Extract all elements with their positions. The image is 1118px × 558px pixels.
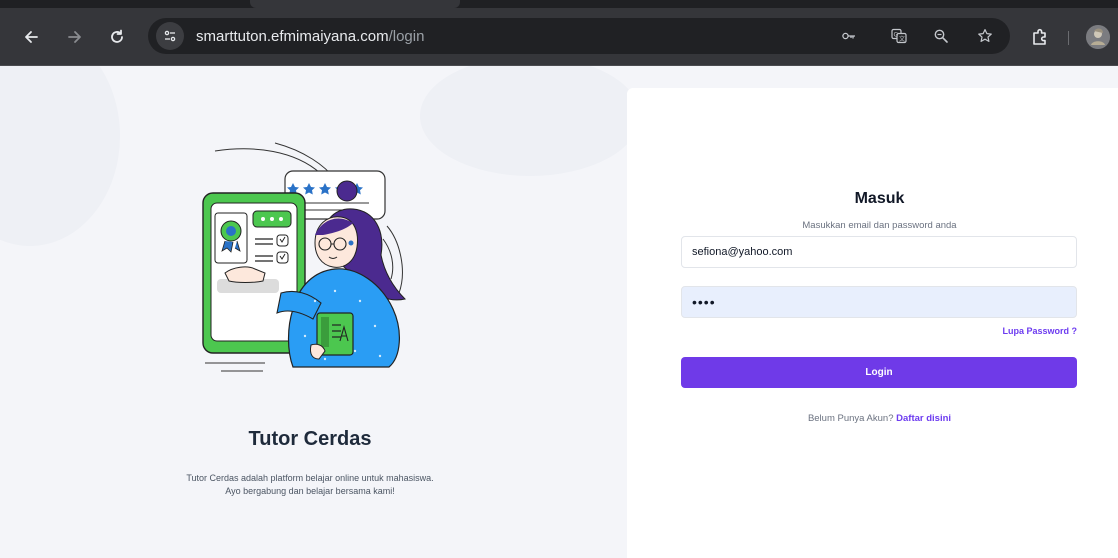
email-field[interactable] bbox=[681, 236, 1077, 268]
register-prompt: Belum Punya Akun? bbox=[807, 413, 894, 424]
url-path: /login bbox=[388, 28, 425, 45]
svg-text:文: 文 bbox=[899, 35, 905, 43]
login-subtitle: Masukkan email dan password anda bbox=[802, 220, 957, 231]
active-tab[interactable] bbox=[250, 0, 460, 8]
reload-icon[interactable] bbox=[106, 26, 128, 48]
tab-strip bbox=[0, 0, 1118, 8]
translate-icon[interactable]: 文G bbox=[890, 27, 908, 45]
brand-description-line: Ayo bergabung dan belajar bersama kami! bbox=[225, 486, 395, 496]
login-title: Masuk bbox=[854, 190, 905, 207]
site-info-icon[interactable] bbox=[156, 22, 184, 50]
brand-description-line: Tutor Cerdas adalah platform belajar onl… bbox=[186, 473, 434, 483]
login-card: Masuk Masukkan email dan password anda L… bbox=[627, 88, 1118, 558]
login-page: Tutor Cerdas Tutor Cerdas adalah platfor… bbox=[0, 66, 1118, 558]
back-icon[interactable] bbox=[20, 26, 42, 48]
profile-avatar[interactable] bbox=[1086, 25, 1110, 49]
brand-panel: Tutor Cerdas Tutor Cerdas adalah platfor… bbox=[0, 66, 620, 558]
url-host: smarttuton.efmimaiyana.com bbox=[196, 28, 389, 45]
password-field[interactable] bbox=[681, 286, 1077, 318]
forgot-password-link[interactable]: Lupa Password ? bbox=[1002, 326, 1077, 336]
toolbar-divider bbox=[1068, 31, 1069, 45]
tutor-illustration bbox=[202, 142, 406, 372]
password-key-icon[interactable] bbox=[840, 27, 858, 45]
login-button[interactable]: Login bbox=[681, 357, 1077, 388]
register-link[interactable]: Daftar disini bbox=[896, 413, 951, 424]
browser-toolbar: smarttuton.efmimaiyana.com/login 文G bbox=[0, 8, 1118, 66]
svg-text:G: G bbox=[894, 32, 899, 39]
register-row: Belum Punya Akun? Daftar disini bbox=[627, 413, 1118, 424]
address-bar[interactable]: smarttuton.efmimaiyana.com/login 文G bbox=[148, 18, 1010, 54]
brand-title: Tutor Cerdas bbox=[248, 428, 372, 450]
brand-description: Tutor Cerdas adalah platform belajar onl… bbox=[0, 472, 620, 498]
extensions-icon[interactable] bbox=[1030, 27, 1050, 47]
url-text[interactable]: smarttuton.efmimaiyana.com/login bbox=[196, 28, 424, 45]
zoom-icon[interactable] bbox=[932, 27, 950, 45]
bookmark-star-icon[interactable] bbox=[976, 27, 994, 45]
forward-icon[interactable] bbox=[64, 26, 86, 48]
